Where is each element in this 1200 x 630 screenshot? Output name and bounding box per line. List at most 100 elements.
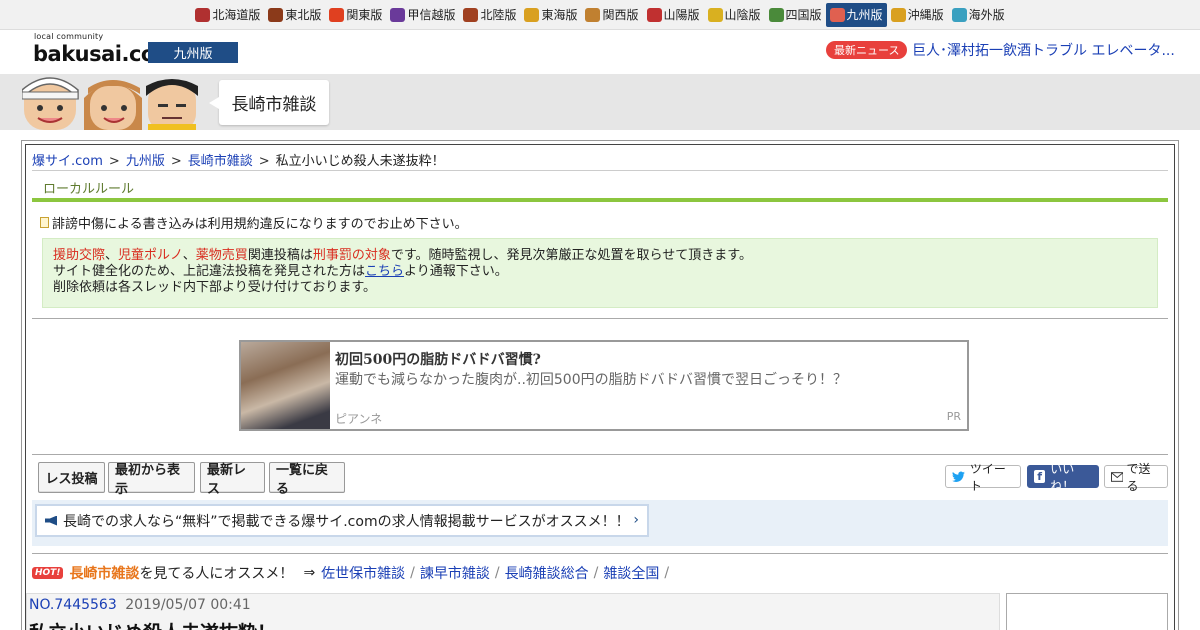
globe-icon — [951, 7, 967, 22]
region-tab[interactable]: 山陰版 — [704, 3, 765, 27]
show-from-start-button[interactable]: 最初から表示 — [108, 462, 195, 497]
region-tab-label: 関東版 — [346, 8, 383, 22]
divider — [32, 553, 1168, 554]
thread-date: 2019/05/07 00:41 — [125, 597, 251, 613]
ad-image[interactable] — [241, 342, 330, 429]
promo-strip: 長崎での求人なら“無料”で掲載できる爆サイ.comの求人情報掲載サービスがオスス… — [32, 500, 1168, 546]
site-header: local community bakusai.com 九州版 最新ニュース 巨… — [0, 30, 1200, 74]
region-tab-label: 四国版 — [785, 8, 822, 22]
region-tab-label: 海外版 — [968, 8, 1005, 22]
breadcrumb-sep: > — [170, 154, 182, 169]
region-tab[interactable]: 沖縄版 — [887, 3, 948, 27]
region-tab[interactable]: 甲信越版 — [386, 3, 459, 27]
twitter-icon — [952, 471, 965, 482]
megaphone-icon — [45, 515, 57, 526]
send-label: で送る — [1126, 461, 1151, 493]
local-rule-title[interactable]: ローカルルール — [43, 178, 134, 197]
thread-number[interactable]: NO.7445563 — [29, 597, 117, 613]
side-ad-box — [1006, 593, 1168, 630]
chevron-right-icon: › — [633, 512, 639, 528]
region-tab[interactable]: 東北版 — [264, 3, 325, 27]
job-listing-promo[interactable]: 長崎での求人なら“無料”で掲載できる爆サイ.comの求人情報掲載サービスがオスス… — [35, 504, 649, 537]
shrine-icon — [646, 7, 662, 22]
region-tab-label: 北海道版 — [212, 8, 261, 22]
news-headline-link[interactable]: 巨人･澤村拓一飲酒トラブル エレベータ... — [912, 40, 1175, 60]
breadcrumb-sep: > — [108, 154, 120, 169]
region-tab[interactable]: 関西版 — [581, 3, 642, 27]
region-nav: 北海道版 東北版 関東版 甲信越版 北陸版 東海版 関西版 山陽版 山陰版 四国版 九州版 沖縄版 海外… — [0, 0, 1200, 30]
facebook-icon: f — [1034, 470, 1046, 483]
logo-tagline: local community — [34, 32, 104, 41]
region-tab-label: 関西版 — [602, 8, 639, 22]
takoyaki-icon — [585, 7, 601, 22]
warn-word: 援助交際 — [53, 248, 106, 263]
region-tab-label: 北陸版 — [480, 8, 517, 22]
breadcrumb-home[interactable]: 爆サイ.com — [32, 154, 103, 169]
sand-icon — [707, 7, 723, 22]
breadcrumb-current: 私立小いじめ殺人未遂抜粋！ — [275, 154, 445, 169]
thread-meta: NO.7445563 2019/05/07 00:41 — [29, 597, 251, 613]
defamation-notice-text: 誹謗中傷による書き込みは利用規約違反になりますのでお止め下さい。 — [52, 217, 468, 232]
recommend-link[interactable]: 雑談全国 — [603, 563, 659, 583]
arrow-icon: ⇒ — [303, 565, 316, 581]
defamation-notice: 誹謗中傷による書き込みは利用規約違反になりますのでお止め下さい。 — [40, 213, 468, 232]
illegal-post-warning: 援助交際、児童ポルノ、薬物売買関連投稿は刑事罰の対象です。随時監視し、発見次第厳… — [42, 238, 1158, 308]
tower-icon — [329, 7, 345, 22]
recommend-text: を見てる人にオススメ！ — [139, 566, 294, 582]
region-tab[interactable]: 海外版 — [948, 3, 1009, 27]
back-to-list-button[interactable]: 一覧に戻る — [269, 462, 345, 497]
board-banner: 長崎市雑談 — [0, 74, 1200, 130]
region-tab[interactable]: 東海版 — [520, 3, 581, 27]
latest-news-badge: 最新ニュース — [826, 41, 908, 59]
post-reply-button[interactable]: レス投稿 — [38, 462, 105, 493]
latest-replies-button[interactable]: 最新レス — [200, 462, 265, 497]
recommend-board[interactable]: 長崎市雑談 — [69, 563, 139, 583]
region-tab-label: 山陽版 — [663, 8, 700, 22]
region-tab[interactable]: 関東版 — [325, 3, 386, 27]
warn-word: 児童ポルノ — [118, 248, 183, 263]
local-rule-header: ローカルルール — [32, 170, 1168, 202]
warn-text: 関連投稿は — [247, 248, 313, 263]
region-tab-label: 九州版 — [846, 8, 883, 22]
tweet-label: ツイート — [969, 461, 1006, 493]
edition-badge[interactable]: 九州版 — [148, 42, 238, 63]
ad-title[interactable]: 初回500円の脂肪ドバドバ習慣? — [335, 349, 541, 369]
warn-word: 刑事罰の対象 — [312, 248, 391, 263]
recommend-link[interactable]: 長崎雑談総合 — [505, 563, 589, 583]
thread-title: 私立小いじめ殺人未遂抜粋！ — [29, 618, 276, 630]
shisa-icon — [890, 7, 906, 22]
region-tab[interactable]: 北海道版 — [191, 3, 264, 27]
mail-icon — [1111, 471, 1124, 482]
recommend-link[interactable]: 佐世保市雑談 — [321, 563, 405, 583]
document-icon — [40, 217, 49, 228]
region-tab[interactable]: 四国版 — [765, 3, 826, 27]
divider — [32, 318, 1168, 319]
grape-icon — [390, 7, 406, 22]
region-tab-label: 甲信越版 — [407, 8, 456, 22]
content-inner: 爆サイ.com > 九州版 > 長崎市雑談 > 私立小いじめ殺人未遂抜粋！ ローカルルール … — [25, 144, 1175, 630]
report-link[interactable]: こちら — [365, 264, 404, 279]
region-tab-label: 沖縄版 — [907, 8, 944, 22]
divider — [32, 454, 1168, 455]
fish-icon — [829, 7, 845, 22]
ad-description[interactable]: 運動でも減らなかった腹肉が..初回500円の脂肪ドバドバ習慣で翌日ごっそり！？ — [335, 369, 847, 389]
breadcrumb-sep: > — [258, 154, 270, 169]
region-tab[interactable]: 九州版 — [825, 2, 887, 27]
like-label: いいね！ — [1050, 461, 1075, 493]
delete-request-text: 削除依頼は各スレッド内下部より受け付けております。 — [53, 280, 377, 295]
region-tab[interactable]: 山陽版 — [643, 3, 704, 27]
breadcrumb-edition[interactable]: 九州版 — [126, 154, 165, 169]
recommend-sep: / — [593, 565, 599, 581]
warn-sep: 、 — [182, 248, 196, 263]
report-text: サイト健全化のため、上記違法投稿を発見された方は — [53, 264, 366, 279]
warn-text: です。随時監視し、発見次第厳正な処置を取らせて頂きます。 — [390, 248, 752, 263]
recommend-link[interactable]: 諫早市雑談 — [420, 563, 490, 583]
facebook-like-button[interactable]: f いいね！ — [1027, 462, 1099, 493]
breadcrumb-board[interactable]: 長崎市雑談 — [188, 154, 253, 169]
send-mail-button[interactable]: で送る — [1104, 462, 1168, 493]
ad-banner[interactable]: 初回500円の脂肪ドバドバ習慣? 運動でも減らなかった腹肉が..初回500円の脂… — [239, 340, 969, 431]
recommend-sep: / — [410, 565, 415, 581]
thread-header: NO.7445563 2019/05/07 00:41 私立小いじめ殺人未遂抜粋… — [26, 593, 1000, 630]
region-tab[interactable]: 北陸版 — [459, 3, 520, 27]
tweet-button[interactable]: ツイート — [945, 462, 1021, 493]
